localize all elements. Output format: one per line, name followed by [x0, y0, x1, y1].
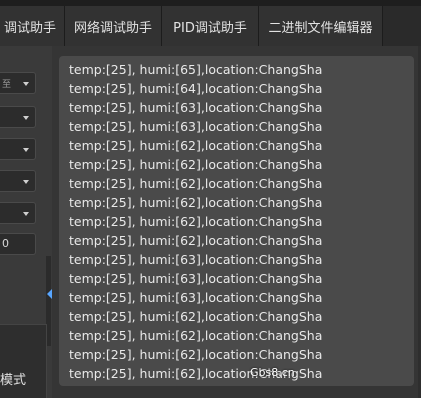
databits-select[interactable]: [0, 138, 36, 160]
receive-line: temp:[25], humi:[64],location:ChangSha: [69, 81, 323, 96]
receive-line: temp:[25], humi:[62],location:ChangSha: [69, 233, 323, 248]
tab-pid-assistant[interactable]: PID调试助手: [162, 6, 259, 46]
watermark: Gbs8.cn: [250, 366, 295, 379]
timeout-input[interactable]: 0: [0, 233, 36, 255]
receive-line: temp:[25], humi:[62],location:ChangSha: [69, 195, 323, 210]
receive-line: temp:[25], humi:[63],location:ChangSha: [69, 271, 323, 286]
receive-line: temp:[25], humi:[63],location:ChangSha: [69, 119, 323, 134]
parity-select[interactable]: [0, 170, 36, 192]
tab-bar: 调试助手 网络调试助手 PID调试助手 二进制文件编辑器: [0, 6, 421, 46]
chevron-down-icon: [23, 212, 29, 216]
port-select[interactable]: 至: [0, 72, 36, 94]
mode-label: 模式: [0, 373, 27, 388]
tab-serial-assistant[interactable]: 调试助手: [0, 6, 65, 46]
tab-network-assistant[interactable]: 网络调试助手: [65, 6, 162, 46]
baudrate-select[interactable]: [0, 106, 36, 128]
receive-line: temp:[25], humi:[62],location:ChangSha: [69, 347, 323, 362]
port-select-value: 至: [2, 80, 12, 90]
receive-line: temp:[25], humi:[62],location:ChangSha: [69, 366, 323, 381]
chevron-down-icon: [23, 82, 29, 86]
receive-line: temp:[25], humi:[63],location:ChangSha: [69, 290, 323, 305]
app-window: 调试助手 网络调试助手 PID调试助手 二进制文件编辑器 至 0 模式 temp…: [0, 0, 421, 398]
stopbits-select[interactable]: [0, 202, 36, 224]
receive-line: temp:[25], humi:[65],location:ChangSha: [69, 62, 323, 77]
chevron-down-icon: [23, 180, 29, 184]
collapse-sidebar-icon[interactable]: [47, 289, 52, 299]
tab-binary-editor[interactable]: 二进制文件编辑器: [259, 6, 383, 46]
receive-line: temp:[25], humi:[63],location:ChangSha: [69, 100, 323, 115]
right-border: [418, 46, 421, 398]
settings-sidebar: 至 0 模式: [0, 46, 52, 398]
receive-line: temp:[25], humi:[62],location:ChangSha: [69, 214, 323, 229]
receive-line: temp:[25], humi:[63],location:ChangSha: [69, 252, 323, 267]
chevron-down-icon: [23, 148, 29, 152]
receive-line: temp:[25], humi:[62],location:ChangSha: [69, 328, 323, 343]
receive-line: temp:[25], humi:[62],location:ChangSha: [69, 309, 323, 324]
receive-line: temp:[25], humi:[62],location:ChangSha: [69, 157, 323, 172]
chevron-down-icon: [23, 116, 29, 120]
receive-line: temp:[25], humi:[62],location:ChangSha: [69, 138, 323, 153]
receive-line: temp:[25], humi:[62],location:ChangSha: [69, 176, 323, 191]
receive-area[interactable]: temp:[25], humi:[65],location:ChangSha te…: [59, 56, 414, 386]
